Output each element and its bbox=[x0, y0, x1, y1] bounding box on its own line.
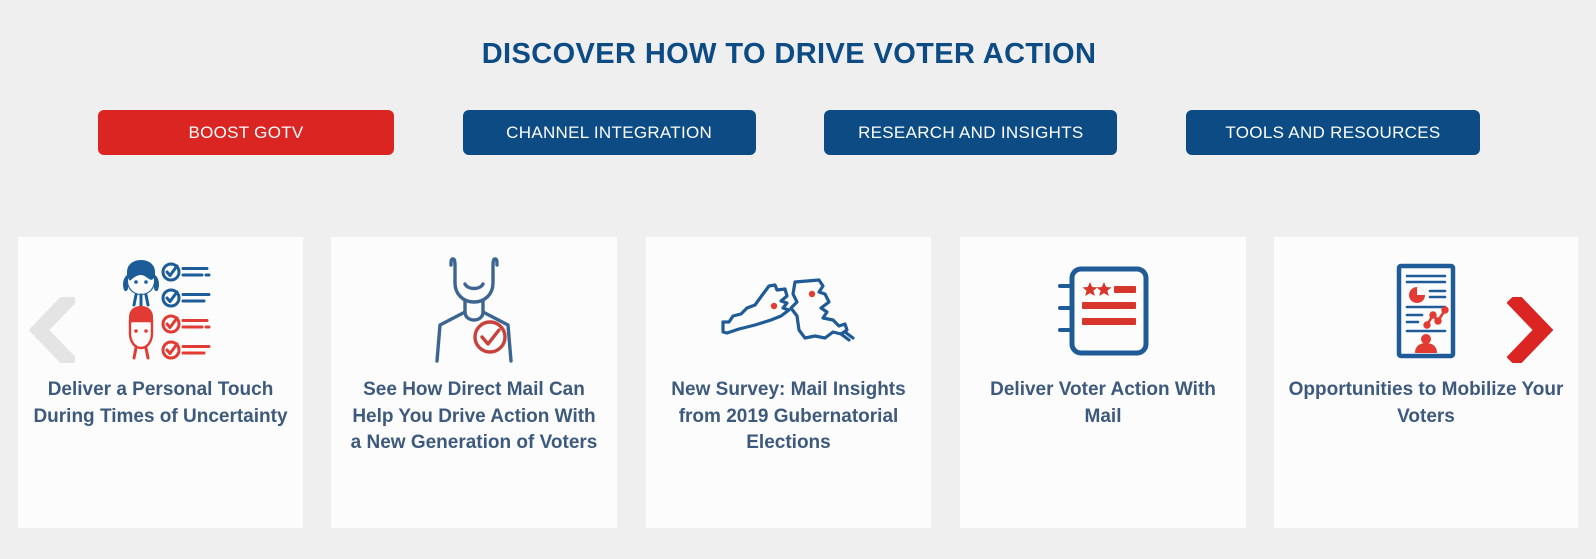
carousel-card[interactable]: Opportunities to Mobilize Your Voters bbox=[1274, 237, 1578, 528]
tab-channel-integration[interactable]: CHANNEL INTEGRATION bbox=[462, 110, 756, 155]
person-check-badge-icon bbox=[331, 237, 617, 377]
card-title: See How Direct Mail Can Help You Drive A… bbox=[350, 379, 598, 454]
patriotic-notebook-icon bbox=[960, 237, 1246, 377]
carousel-card[interactable]: New Survey: Mail Insights from 2019 Gube… bbox=[646, 237, 931, 528]
carousel-prev-button[interactable] bbox=[22, 290, 82, 370]
carousel-right-edge bbox=[1578, 237, 1596, 528]
tab-bar: BOOST GOTV CHANNEL INTEGRATION RESEARCH … bbox=[98, 110, 1480, 155]
carousel-card[interactable]: See How Direct Mail Can Help You Drive A… bbox=[331, 237, 617, 528]
page-title: DISCOVER HOW TO DRIVE VOTER ACTION bbox=[481, 38, 1097, 70]
chevron-left-icon bbox=[29, 297, 75, 363]
tab-tools-and-resources[interactable]: TOOLS AND RESOURCES bbox=[1185, 110, 1480, 155]
card-carousel: Deliver a Personal Touch During Times of… bbox=[0, 237, 1596, 528]
chevron-right-icon bbox=[1507, 297, 1553, 363]
tab-research-and-insights[interactable]: RESEARCH AND INSIGHTS bbox=[824, 110, 1118, 155]
tab-boost-gotv[interactable]: BOOST GOTV bbox=[98, 110, 394, 155]
card-title: Deliver a Personal Touch During Times of… bbox=[33, 379, 288, 427]
card-title: Deliver Voter Action With Mail bbox=[990, 379, 1216, 427]
state-maps-icon bbox=[646, 237, 931, 377]
carousel-card[interactable]: Deliver a Personal Touch During Times of… bbox=[18, 237, 303, 528]
card-title: Opportunities to Mobilize Your Voters bbox=[1288, 379, 1564, 427]
carousel-next-button[interactable] bbox=[1500, 290, 1560, 370]
card-title: New Survey: Mail Insights from 2019 Gube… bbox=[671, 379, 906, 454]
carousel-card[interactable]: Deliver Voter Action With Mail bbox=[960, 237, 1246, 528]
